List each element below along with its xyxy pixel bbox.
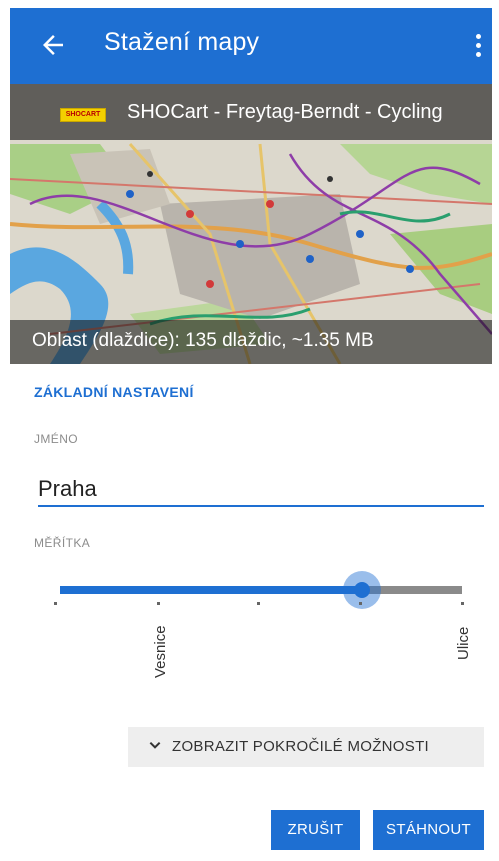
slider-tick: [157, 602, 160, 605]
slider-fill: [60, 586, 362, 594]
slider-thumb[interactable]: [354, 582, 370, 598]
scale-label: MĚŘÍTKA: [34, 536, 91, 550]
map-source-title: SHOCart - Freytag-Berndt - Cycling: [127, 101, 443, 123]
shocart-logo: SHOCART: [60, 108, 106, 122]
tile-info: Oblast (dlaždice): 135 dlaždic, ~1.35 MB: [32, 330, 374, 351]
slider-tick: [54, 602, 57, 605]
show-advanced-label: ZOBRAZIT POKROČILÉ MOŽNOSTI: [172, 738, 430, 755]
slider-tick: [359, 602, 362, 605]
download-button[interactable]: STÁHNOUT: [373, 810, 484, 850]
chevron-down-icon: [149, 741, 161, 749]
name-label: JMÉNO: [34, 432, 78, 446]
slider-tick: [461, 602, 464, 605]
name-input-underline: [38, 505, 484, 507]
show-advanced-button[interactable]: ZOBRAZIT POKROČILÉ MOŽNOSTI: [128, 727, 484, 767]
cancel-button[interactable]: ZRUŠIT: [271, 810, 360, 850]
scale-max-label: Ulice: [455, 626, 472, 660]
scale-slider[interactable]: [60, 571, 462, 609]
slider-tick: [257, 602, 260, 605]
scale-min-label: Vesnice: [152, 625, 169, 678]
more-vert-icon[interactable]: [476, 34, 482, 58]
name-input[interactable]: Praha: [38, 476, 97, 502]
arrow-left-icon[interactable]: [38, 30, 68, 60]
page-title: Stažení mapy: [104, 28, 260, 56]
map-preview: SHOCART SHOCart - Freytag-Berndt - Cycli…: [10, 84, 492, 364]
section-title: ZÁKLADNÍ NASTAVENÍ: [34, 384, 194, 400]
app-bar: Stažení mapy: [10, 8, 492, 84]
map-info-overlay: Oblast (dlaždice): 135 dlaždic, ~1.35 MB: [10, 320, 492, 364]
map-header-overlay: SHOCART SHOCart - Freytag-Berndt - Cycli…: [10, 84, 492, 140]
